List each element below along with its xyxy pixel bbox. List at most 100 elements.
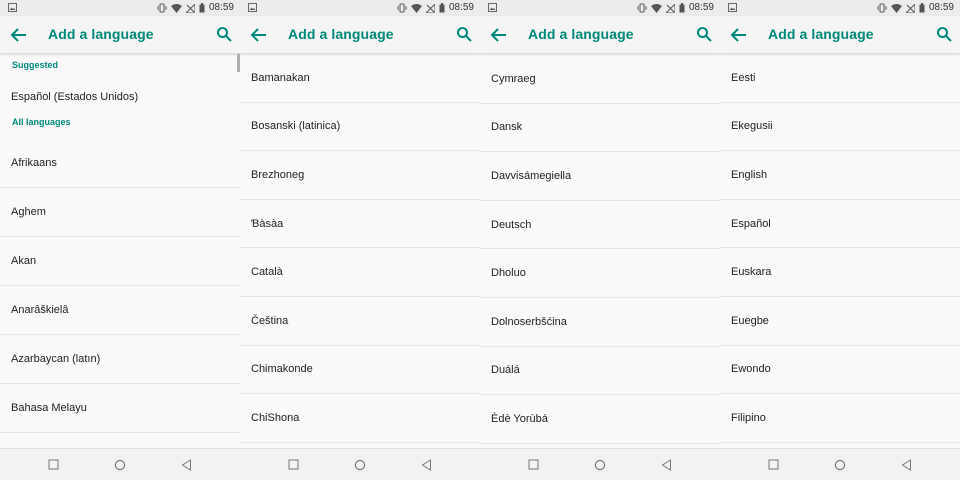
app-bar: Add a language	[0, 16, 240, 54]
no-signal-icon	[905, 3, 915, 13]
nav-bar	[480, 448, 720, 480]
list-item[interactable]: Filipino	[720, 394, 960, 443]
no-signal-icon	[185, 3, 195, 13]
status-bar: 08:59	[0, 0, 240, 16]
screens: 08:59 Add a language Suggested Español (…	[0, 0, 960, 480]
screen-1: 08:59 Add a language Suggested Español (…	[0, 0, 240, 480]
search-icon[interactable]	[696, 26, 712, 42]
nav-bar	[240, 448, 480, 480]
wifi-icon	[650, 3, 662, 13]
list-item[interactable]: Duálá	[480, 347, 720, 396]
list-item[interactable]: Euskara	[720, 248, 960, 297]
list-item[interactable]: Čeština	[240, 297, 480, 346]
arrow-back-icon[interactable]	[490, 27, 508, 43]
wifi-icon	[410, 3, 422, 13]
battery-icon	[439, 3, 445, 13]
vibrate-icon	[637, 3, 647, 13]
clock: 08:59	[688, 2, 714, 13]
list-item[interactable]: Cymraeg	[480, 55, 720, 104]
no-signal-icon	[665, 3, 675, 13]
list-item[interactable]: Davvisámegiella	[480, 152, 720, 201]
clock: 08:59	[928, 2, 954, 13]
section-header-all-languages: All languages	[12, 117, 71, 127]
list-item[interactable]: Anarâškielâ	[0, 286, 240, 335]
list-item[interactable]: Ɓàsàa	[240, 200, 480, 249]
image-notification-icon	[248, 3, 257, 12]
app-bar: Add a language	[480, 16, 720, 54]
square-icon[interactable]	[768, 459, 779, 470]
language-list: Suggested Español (Estados Unidos) All l…	[0, 54, 240, 444]
image-notification-icon	[488, 3, 497, 12]
status-bar: 08:59	[720, 0, 960, 16]
page-title: Add a language	[528, 26, 634, 42]
triangle-icon[interactable]	[661, 459, 672, 471]
square-icon[interactable]	[528, 459, 539, 470]
circle-icon[interactable]	[594, 459, 606, 471]
battery-icon	[919, 3, 925, 13]
list-item[interactable]: Eesti	[720, 54, 960, 103]
list-item[interactable]: Català	[240, 248, 480, 297]
list-item[interactable]: Bamanakan	[240, 54, 480, 103]
list-item[interactable]: Bahasa Melayu	[0, 384, 240, 433]
battery-icon	[199, 3, 205, 13]
clock: 08:59	[208, 2, 234, 13]
list-item[interactable]: Èdè Yorùbá	[480, 395, 720, 444]
page-title: Add a language	[288, 26, 394, 42]
nav-bar	[720, 448, 960, 480]
list-item[interactable]: Deutsch	[480, 201, 720, 250]
arrow-back-icon[interactable]	[730, 27, 748, 43]
triangle-icon[interactable]	[421, 459, 432, 471]
screen-3: 08:59 Add a language Cymraeg Dansk Davvi…	[480, 0, 720, 480]
list-item[interactable]: Euegbe	[720, 297, 960, 346]
no-signal-icon	[425, 3, 435, 13]
triangle-icon[interactable]	[181, 459, 192, 471]
list-item[interactable]: Ekegusii	[720, 103, 960, 152]
list-item[interactable]: Ewondo	[720, 346, 960, 395]
list-item[interactable]: Brezhoneg	[240, 151, 480, 200]
list-item[interactable]: Dholuo	[480, 249, 720, 298]
list-item[interactable]: Español (Estados Unidos)	[0, 79, 240, 115]
page-title: Add a language	[768, 26, 874, 42]
search-icon[interactable]	[216, 26, 232, 42]
list-item[interactable]: ChiShona	[240, 394, 480, 443]
language-list: Bamanakan Bosanski (latinica) Brezhoneg …	[240, 54, 480, 444]
square-icon[interactable]	[48, 459, 59, 470]
search-icon[interactable]	[936, 26, 952, 42]
nav-bar	[0, 448, 240, 480]
list-item[interactable]: Español	[720, 200, 960, 249]
arrow-back-icon[interactable]	[250, 27, 268, 43]
list-item[interactable]: Dolnoserbšćina	[480, 298, 720, 347]
arrow-back-icon[interactable]	[10, 27, 28, 43]
app-bar: Add a language	[720, 16, 960, 54]
app-bar: Add a language	[240, 16, 480, 54]
status-bar: 08:59	[480, 0, 720, 16]
battery-icon	[679, 3, 685, 13]
language-list: Eesti Ekegusii English Español Euskara E…	[720, 54, 960, 444]
circle-icon[interactable]	[834, 459, 846, 471]
vibrate-icon	[157, 3, 167, 13]
list-item[interactable]: English	[720, 151, 960, 200]
triangle-icon[interactable]	[901, 459, 912, 471]
wifi-icon	[170, 3, 182, 13]
circle-icon[interactable]	[114, 459, 126, 471]
list-item[interactable]: Chimakonde	[240, 346, 480, 395]
vibrate-icon	[877, 3, 887, 13]
list-item[interactable]: Aghem	[0, 188, 240, 237]
circle-icon[interactable]	[354, 459, 366, 471]
image-notification-icon	[8, 3, 17, 12]
image-notification-icon	[728, 3, 737, 12]
list-item[interactable]: Afrikaans	[0, 139, 240, 188]
search-icon[interactable]	[456, 26, 472, 42]
screen-2: 08:59 Add a language Bamanakan Bosanski …	[240, 0, 480, 480]
list-item[interactable]: Dansk	[480, 104, 720, 153]
list-item[interactable]: Akan	[0, 237, 240, 286]
clock: 08:59	[448, 2, 474, 13]
screen-4: 08:59 Add a language Eesti Ekegusii Engl…	[720, 0, 960, 480]
list-item[interactable]: Bosanski (latinica)	[240, 103, 480, 152]
section-header-suggested: Suggested	[12, 60, 59, 70]
language-list: Cymraeg Dansk Davvisámegiella Deutsch Dh…	[480, 55, 720, 445]
status-bar: 08:59	[240, 0, 480, 16]
square-icon[interactable]	[288, 459, 299, 470]
page-title: Add a language	[48, 26, 154, 42]
list-item[interactable]: Azarbaycan (latın)	[0, 335, 240, 384]
